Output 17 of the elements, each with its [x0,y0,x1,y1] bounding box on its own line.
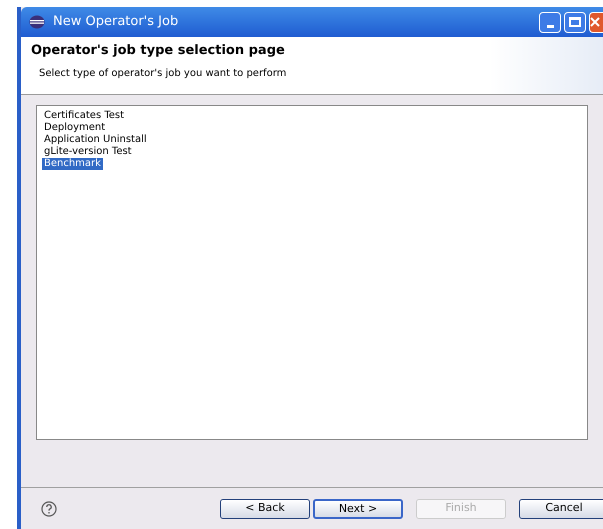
list-item[interactable]: gLite-version Test [42,146,134,158]
page-description: Select type of operator's job you want to perform [38,66,288,80]
dialog-button[interactable]: < Back [220,498,310,518]
list-item[interactable]: Deployment [42,122,108,134]
dialog-button[interactable]: Cancel [519,498,603,518]
eclipse-icon [29,15,45,29]
page-title: Operator's job type selection page [31,42,286,60]
close-icon [590,17,600,27]
help-icon[interactable] [41,500,57,516]
list-item[interactable]: Application Uninstall [42,134,149,146]
list-item[interactable]: Benchmark [42,158,103,170]
dialog-button[interactable]: Next > [313,498,403,518]
list-item[interactable]: Certificates Test [42,110,126,122]
minimize-button[interactable] [539,12,561,32]
maximize-button[interactable] [564,12,586,32]
window-title: New Operator's Job [53,13,180,32]
close-button[interactable] [589,12,603,32]
